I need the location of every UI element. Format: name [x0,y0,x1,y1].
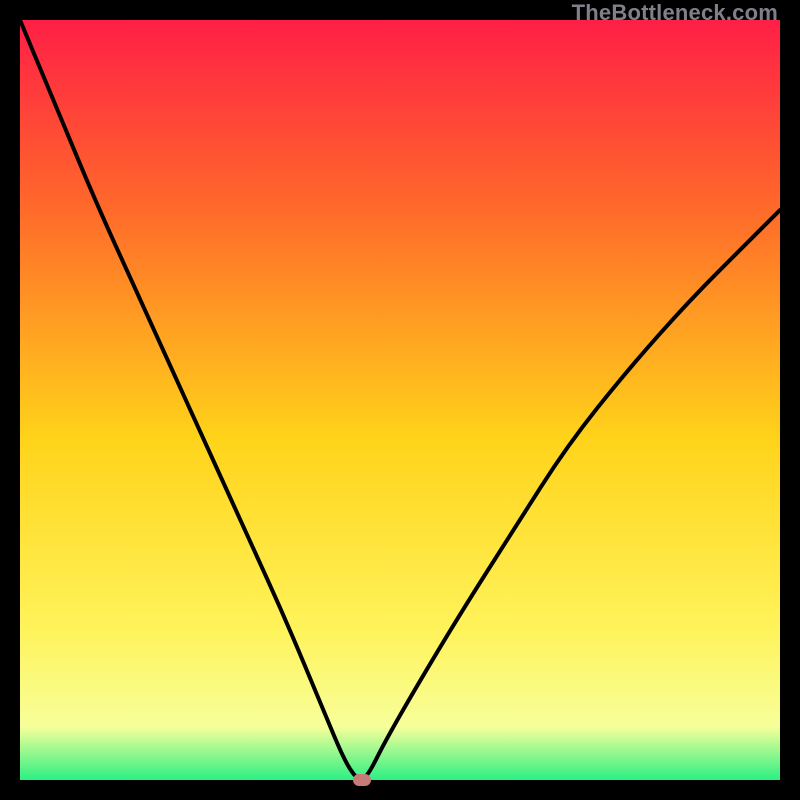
watermark-text: TheBottleneck.com [572,0,778,26]
gradient-background [20,20,780,780]
bottleneck-chart [20,20,780,780]
optimal-point-marker [353,774,371,786]
chart-frame [20,20,780,780]
